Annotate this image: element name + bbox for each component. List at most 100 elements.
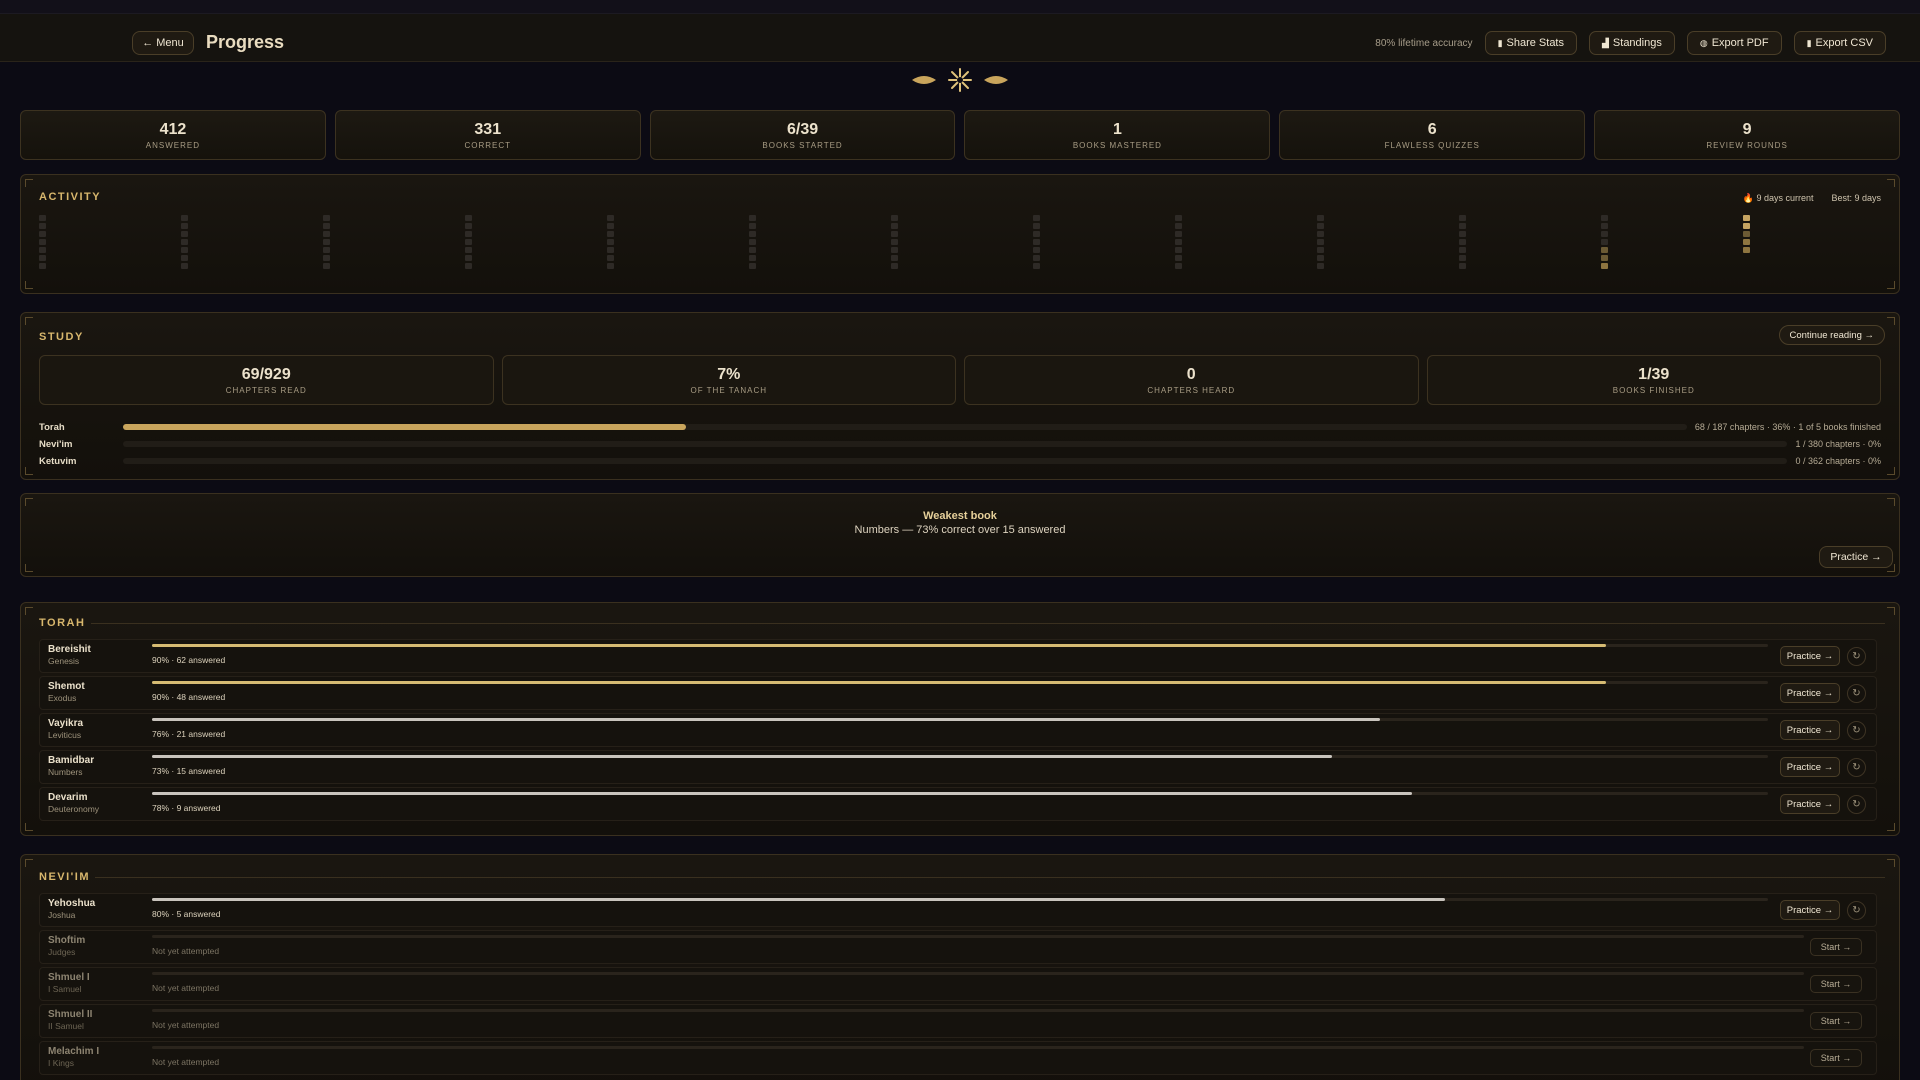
study-bar-label: Torah bbox=[39, 421, 65, 433]
book-row: Shemot Exodus 90% · 48 answered Practice → ↻ bbox=[39, 676, 1877, 710]
page-title: Progress bbox=[206, 32, 285, 52]
activity-day-cell bbox=[465, 231, 472, 237]
neviim-section: NEVI'IM Yehoshua Joshua 80% · 5 answered Pr… bbox=[20, 854, 1900, 1080]
activity-panel: ACTIVITY 🔥 9 days current Best: 9 days bbox=[20, 174, 1900, 294]
activity-week bbox=[465, 215, 472, 269]
reset-icon[interactable]: ↻ bbox=[1847, 647, 1866, 666]
activity-day-cell bbox=[465, 255, 472, 261]
weakest-book-title: Weakest book bbox=[923, 510, 997, 522]
stat-label: CORRECT bbox=[464, 140, 512, 150]
book-english-name: I Samuel bbox=[48, 984, 82, 994]
book-row: Melachim II Kings Not yet attempted Start … bbox=[39, 1041, 1877, 1075]
activity-day-cell bbox=[1459, 239, 1466, 245]
activity-day-cell bbox=[181, 255, 188, 261]
book-practice-button[interactable]: Practice → bbox=[1780, 720, 1840, 740]
activity-day-cell bbox=[891, 263, 898, 269]
book-row: Shoftim Judges Not yet attempted Start → bbox=[39, 930, 1877, 964]
activity-day-cell bbox=[181, 247, 188, 253]
activity-day-cell bbox=[465, 239, 472, 245]
reset-icon[interactable]: ↻ bbox=[1847, 721, 1866, 740]
book-english-name: II Samuel bbox=[48, 1021, 84, 1031]
reset-icon[interactable]: ↻ bbox=[1847, 901, 1866, 920]
study-bar-ketuvim: Ketuvim 0 / 362 chapters · 0% bbox=[39, 454, 1881, 468]
book-start-button[interactable]: Start → bbox=[1810, 1012, 1862, 1030]
stat-label: BOOKS MASTERED bbox=[1072, 140, 1162, 150]
activity-day-cell bbox=[1317, 239, 1324, 245]
standings-label: Standings bbox=[1612, 37, 1662, 49]
export-csv-button[interactable]: ▮ Export CSV bbox=[1793, 31, 1886, 55]
activity-day-cell bbox=[323, 231, 330, 237]
activity-day-cell bbox=[323, 239, 330, 245]
book-stats: Not yet attempted bbox=[152, 1057, 220, 1067]
reset-icon[interactable]: ↻ bbox=[1847, 684, 1866, 703]
book-row: Yehoshua Joshua 80% · 5 answered Practice →… bbox=[39, 893, 1877, 927]
book-name: Devarim bbox=[48, 792, 88, 803]
reset-icon[interactable]: ↻ bbox=[1847, 795, 1866, 814]
lifetime-accuracy: 80% lifetime accuracy bbox=[1375, 37, 1473, 49]
standings-button[interactable]: ▟ Standings bbox=[1589, 31, 1675, 55]
continue-reading-button[interactable]: Continue reading → bbox=[1778, 325, 1885, 345]
book-accuracy-fill bbox=[152, 792, 1413, 795]
stat-label: BOOKS FINISHED bbox=[1612, 385, 1695, 395]
menu-button[interactable]: ← Menu bbox=[132, 31, 194, 55]
activity-day-cell bbox=[749, 247, 756, 253]
book-stats: 80% · 5 answered bbox=[152, 909, 221, 919]
book-start-button[interactable]: Start → bbox=[1810, 938, 1862, 956]
stat-label: REVIEW ROUNDS bbox=[1706, 140, 1788, 150]
study-stats: 69/929 CHAPTERS READ 7% OF THE TANACH 0 … bbox=[39, 355, 1881, 405]
reset-icon[interactable]: ↻ bbox=[1847, 758, 1866, 777]
activity-week bbox=[1459, 215, 1466, 269]
study-bar-value: 68 / 187 chapters · 36% · 1 of 5 books f… bbox=[1694, 422, 1881, 432]
activity-day-cell bbox=[1601, 239, 1608, 245]
book-stats: 76% · 21 answered bbox=[152, 729, 226, 739]
book-stats: 90% · 62 answered bbox=[152, 655, 226, 665]
activity-title: ACTIVITY bbox=[39, 191, 102, 203]
book-accuracy-fill bbox=[152, 644, 1607, 647]
activity-day-cell bbox=[39, 239, 46, 245]
header-actions: 80% lifetime accuracy ▮ Share Stats ▟ St… bbox=[1375, 31, 1886, 55]
book-practice-button[interactable]: Practice → bbox=[1780, 646, 1840, 666]
activity-week bbox=[607, 215, 614, 269]
activity-day-cell bbox=[323, 255, 330, 261]
export-pdf-label: Export PDF bbox=[1711, 37, 1769, 49]
book-row: Bamidbar Numbers 73% · 15 answered Practice… bbox=[39, 750, 1877, 784]
book-accuracy-fill bbox=[152, 681, 1607, 684]
activity-day-cell bbox=[891, 231, 898, 237]
book-start-button[interactable]: Start → bbox=[1810, 1049, 1862, 1067]
stat-correct: 331 CORRECT bbox=[334, 110, 641, 160]
weakest-practice-button[interactable]: Practice → bbox=[1819, 546, 1893, 568]
section-divider bbox=[95, 877, 1885, 878]
activity-day-cell bbox=[749, 239, 756, 245]
activity-day-cell bbox=[323, 263, 330, 269]
activity-day-cell bbox=[39, 255, 46, 261]
activity-day-cell bbox=[607, 223, 614, 229]
book-practice-button[interactable]: Practice → bbox=[1780, 794, 1840, 814]
activity-week bbox=[1317, 215, 1324, 269]
share-stats-button[interactable]: ▮ Share Stats bbox=[1484, 31, 1577, 55]
activity-day-cell bbox=[1459, 231, 1466, 237]
book-start-button[interactable]: Start → bbox=[1810, 975, 1862, 993]
activity-day-cell bbox=[181, 231, 188, 237]
activity-day-cell bbox=[323, 247, 330, 253]
corner-ornament bbox=[1887, 467, 1895, 475]
export-pdf-button[interactable]: ◍ Export PDF bbox=[1686, 31, 1782, 55]
activity-day-cell bbox=[39, 223, 46, 229]
activity-day-cell bbox=[1033, 255, 1040, 261]
book-practice-button[interactable]: Practice → bbox=[1780, 683, 1840, 703]
book-english-name: Joshua bbox=[48, 910, 76, 920]
activity-day-cell bbox=[891, 215, 898, 221]
corner-ornament bbox=[25, 179, 33, 187]
activity-day-cell bbox=[181, 223, 188, 229]
stat-value: 412 bbox=[159, 120, 187, 138]
activity-week bbox=[323, 215, 330, 269]
study-bar-torah: Torah 68 / 187 chapters · 36% · 1 of 5 b… bbox=[39, 420, 1881, 434]
book-english-name: Deuteronomy bbox=[48, 804, 100, 814]
study-chapters-heard: 0 CHAPTERS HEARD bbox=[964, 355, 1419, 405]
book-practice-button[interactable]: Practice → bbox=[1780, 757, 1840, 777]
book-stats: 90% · 48 answered bbox=[152, 692, 226, 702]
section-divider bbox=[91, 623, 1885, 624]
study-bar-value: 1 / 380 chapters · 0% bbox=[1795, 439, 1881, 449]
book-practice-button[interactable]: Practice → bbox=[1780, 900, 1840, 920]
study-chapters-read: 69/929 CHAPTERS READ bbox=[39, 355, 494, 405]
activity-day-cell bbox=[1033, 263, 1040, 269]
